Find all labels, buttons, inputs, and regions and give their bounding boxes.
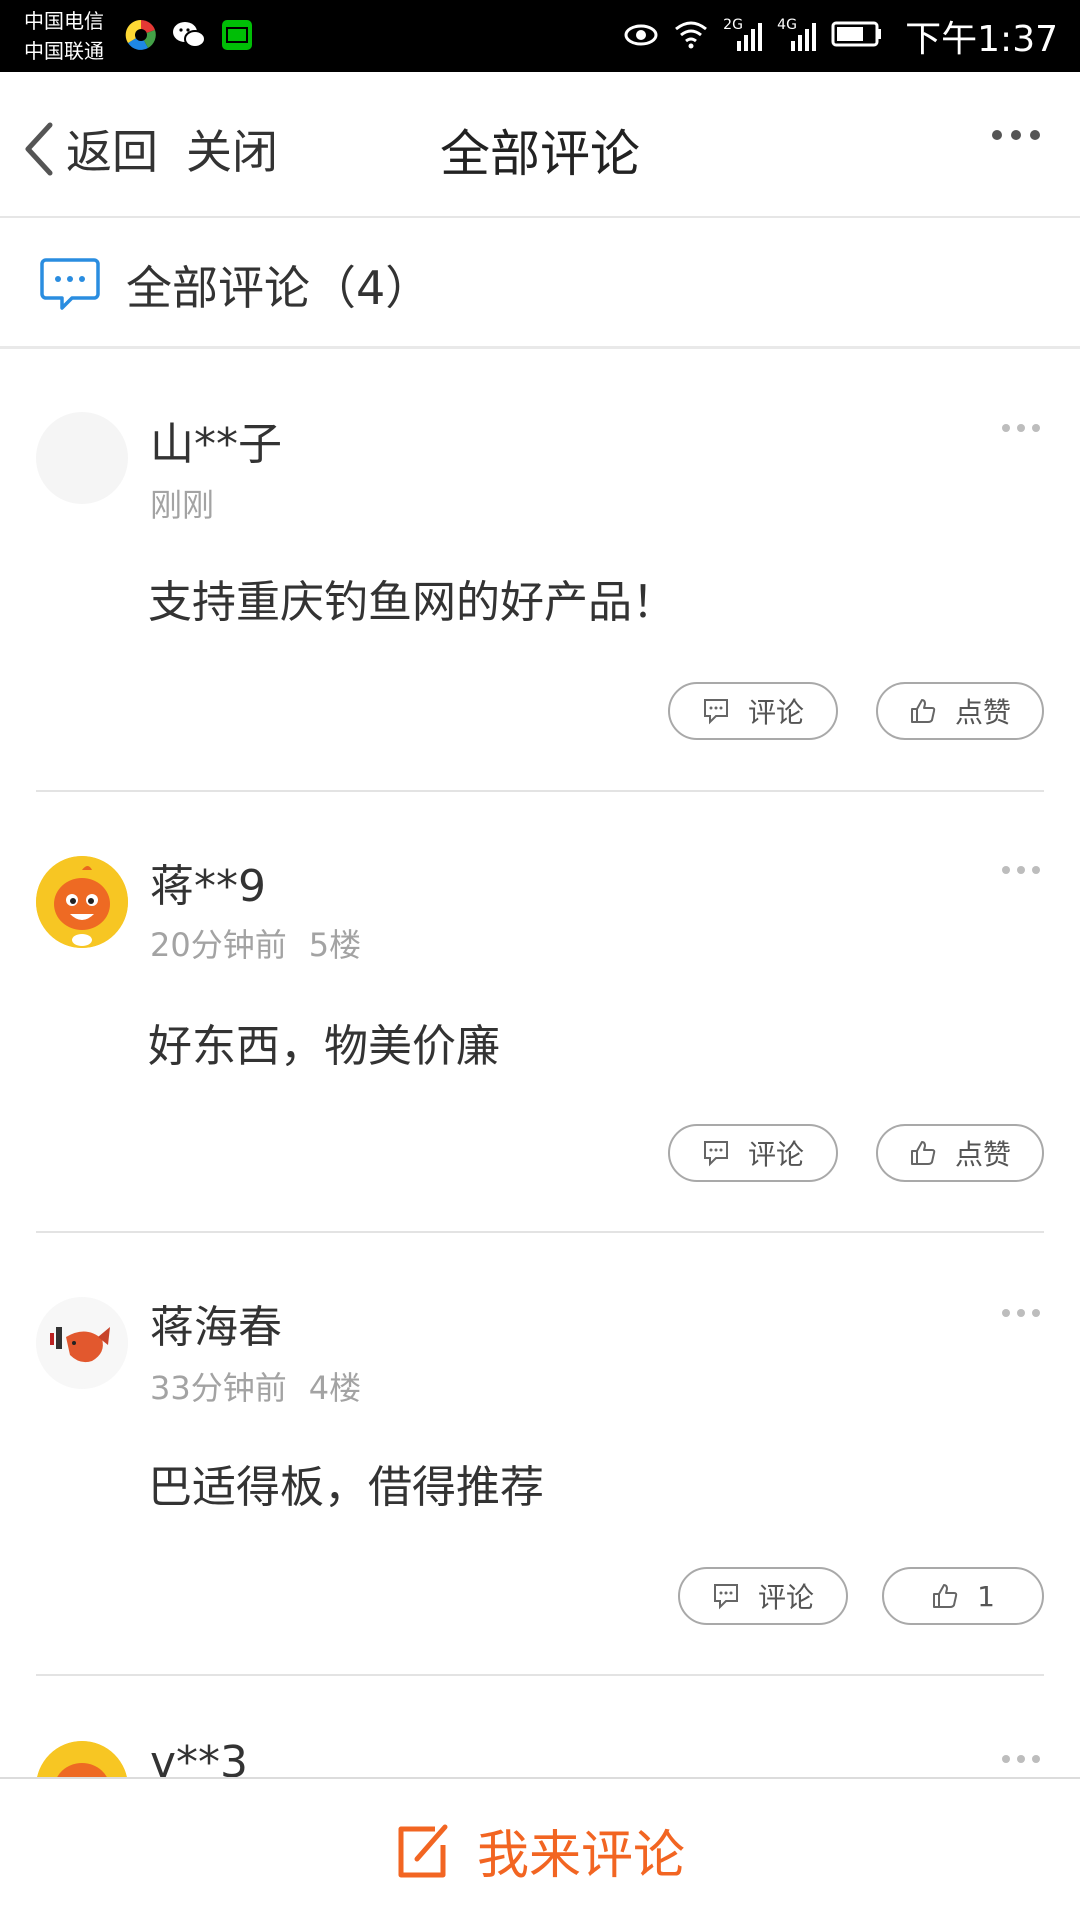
more-dot-icon xyxy=(1002,424,1010,432)
iqiyi-icon xyxy=(218,16,256,54)
notification-icons xyxy=(122,16,256,54)
reply-button[interactable]: 评论 xyxy=(668,682,838,740)
comment-item: 蒋**9 20分钟前 5楼 好东西，物美价廉 评论 点赞 xyxy=(0,792,1080,1233)
comment-username[interactable]: 蒋海春 xyxy=(150,1291,282,1355)
more-dot-icon xyxy=(1030,130,1040,140)
avatar[interactable] xyxy=(36,1297,128,1389)
reply-button[interactable]: 评论 xyxy=(668,1124,838,1182)
comments-count-label: 全部评论（4） xyxy=(126,261,432,315)
reply-label: 评论 xyxy=(747,696,804,729)
page-title: 全部评论 xyxy=(440,125,640,183)
clock: 下午1:37 xyxy=(905,19,1058,60)
comment-username[interactable]: v**3 xyxy=(150,1737,248,1777)
avatar[interactable] xyxy=(36,856,128,948)
signal-2g-icon: 2G xyxy=(723,17,763,53)
more-dot-icon xyxy=(1032,1309,1040,1317)
comment-more-button[interactable] xyxy=(1002,1755,1040,1763)
eye-icon xyxy=(623,21,659,51)
thumbs-up-icon xyxy=(910,699,936,723)
comment-text: 巴适得板，借得推荐 xyxy=(148,1462,544,1513)
carrier-info: 中国电信 中国联通 xyxy=(24,6,104,66)
comment-text: 好东西，物美价廉 xyxy=(148,1021,500,1072)
more-dot-icon xyxy=(1032,424,1040,432)
edit-icon xyxy=(398,1824,448,1877)
comment-more-button[interactable] xyxy=(1002,424,1040,432)
carrier-1: 中国电信 xyxy=(24,9,104,33)
more-menu-button[interactable] xyxy=(992,130,1040,140)
koi-fish-avatar-icon xyxy=(36,1297,128,1389)
comment-item: v**3 xyxy=(0,1677,1080,1777)
comment-icon xyxy=(703,1141,728,1167)
more-dot-icon xyxy=(1017,424,1025,432)
avatar[interactable] xyxy=(36,412,128,504)
write-comment-label: 我来评论 xyxy=(476,1826,685,1886)
comment-time: 20分钟前 xyxy=(150,926,287,964)
more-dot-icon xyxy=(1032,1755,1040,1763)
comment-meta: 33分钟前 4楼 xyxy=(150,1363,361,1409)
nav-bar: 返回 关闭 全部评论 xyxy=(0,72,1080,218)
more-dot-icon xyxy=(1011,130,1021,140)
reply-button[interactable]: 评论 xyxy=(678,1567,848,1625)
like-button[interactable]: 点赞 xyxy=(876,1124,1044,1182)
more-dot-icon xyxy=(992,130,1002,140)
comment-bubble-icon xyxy=(40,258,100,310)
comment-icon xyxy=(703,699,728,725)
comment-item: 山**子 刚刚 支持重庆钓鱼网的好产品！ 评论 点赞 xyxy=(0,346,1080,792)
like-label: 点赞 xyxy=(954,1138,1011,1171)
comment-icon xyxy=(713,1584,738,1610)
wifi-icon xyxy=(673,19,709,53)
comment-meta: 20分钟前 5楼 xyxy=(150,920,361,966)
more-dot-icon xyxy=(1002,1755,1010,1763)
comment-meta: 刚刚 xyxy=(150,480,214,526)
battery-icon xyxy=(831,20,883,52)
like-count: 1 xyxy=(977,1579,995,1613)
comment-more-button[interactable] xyxy=(1002,866,1040,874)
comments-section-header: 全部评论（4） xyxy=(0,218,1080,349)
bottom-bar: 我来评论 xyxy=(0,1777,1080,1922)
mascot-avatar-icon xyxy=(36,856,128,948)
comment-time: 刚刚 xyxy=(150,486,215,524)
status-indicators: 2G 4G 下午1:37 xyxy=(623,0,1058,72)
color-wheel-icon xyxy=(122,16,160,54)
comment-item: 蒋海春 33分钟前 4楼 巴适得板，借得推荐 评论 1 xyxy=(0,1233,1080,1677)
comment-time: 33分钟前 xyxy=(150,1369,287,1407)
like-label: 点赞 xyxy=(954,696,1011,729)
mascot-avatar-icon xyxy=(37,1741,127,1777)
like-button[interactable]: 点赞 xyxy=(876,682,1044,740)
more-dot-icon xyxy=(1032,866,1040,874)
comment-floor: 4楼 xyxy=(308,1369,362,1407)
more-dot-icon xyxy=(1017,1309,1025,1317)
wechat-icon xyxy=(170,16,208,54)
thumbs-up-icon xyxy=(933,1584,958,1608)
comment-username[interactable]: 山**子 xyxy=(150,408,282,472)
carrier-2: 中国联通 xyxy=(24,39,104,63)
status-bar: 中国电信 中国联通 2G 4G 下午1:37 xyxy=(0,0,1080,72)
more-dot-icon xyxy=(1017,866,1025,874)
like-button[interactable]: 1 xyxy=(882,1567,1044,1625)
more-dot-icon xyxy=(1002,1309,1010,1317)
more-dot-icon xyxy=(1017,1755,1025,1763)
avatar[interactable] xyxy=(36,1741,128,1777)
write-comment-button[interactable]: 我来评论 xyxy=(0,1813,1080,1888)
reply-label: 评论 xyxy=(747,1138,804,1171)
comment-floor: 5楼 xyxy=(308,926,362,964)
reply-label: 评论 xyxy=(757,1581,814,1614)
divider xyxy=(36,1674,1044,1676)
comment-more-button[interactable] xyxy=(1002,1309,1040,1317)
more-dot-icon xyxy=(1002,866,1010,874)
thumbs-up-icon xyxy=(910,1141,936,1165)
comment-username[interactable]: 蒋**9 xyxy=(150,850,266,914)
comment-text: 支持重庆钓鱼网的好产品！ xyxy=(148,577,676,628)
signal-4g-icon: 4G xyxy=(777,17,817,53)
